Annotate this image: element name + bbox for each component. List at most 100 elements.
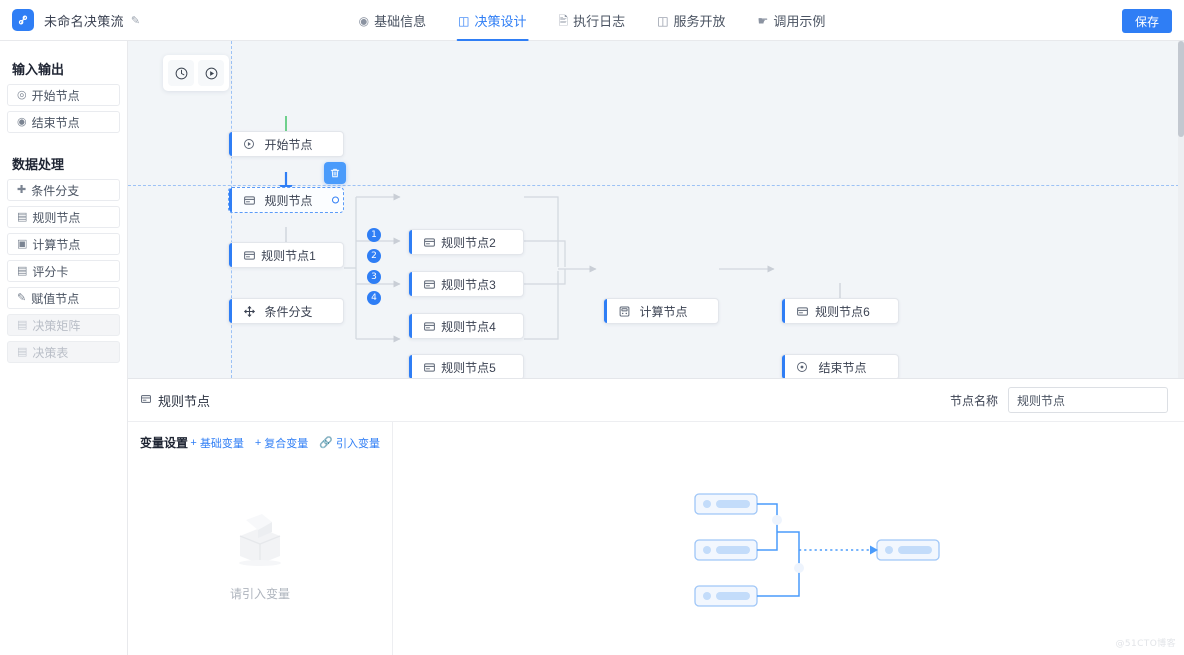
sidebar-item-calc-node[interactable]: ▣ 计算节点 xyxy=(7,233,120,255)
variable-settings-column: 变量设置 + 基础变量 + 复合变量 🔗 引入变量 请引入变量 xyxy=(128,422,393,655)
save-button[interactable]: 保存 xyxy=(1121,9,1172,33)
sidebar-item-decision-matrix: ▤ 决策矩阵 xyxy=(7,314,120,336)
sidebar-item-start-node[interactable]: ◎ 开始节点 xyxy=(7,84,120,106)
sidebar-item-label: 评分卡 xyxy=(32,264,69,279)
stop-circle-icon xyxy=(795,361,809,373)
scorecard-icon: ▤ xyxy=(17,264,28,277)
sidebar-item-end-node[interactable]: ◉ 结束节点 xyxy=(7,111,120,133)
rule-card-icon xyxy=(140,393,152,407)
tab-label: 基础信息 xyxy=(374,14,427,29)
sidebar-item-assign-node[interactable]: ✎ 赋值节点 xyxy=(7,287,120,309)
link-label: 复合变量 xyxy=(264,437,309,450)
sidebar-item-label: 条件分支 xyxy=(31,183,80,198)
variable-settings-header: 变量设置 + 基础变量 + 复合变量 🔗 引入变量 xyxy=(140,434,380,451)
node-label: 规则节点5 xyxy=(441,360,496,375)
empty-state-text: 请引入变量 xyxy=(229,587,290,601)
flow-node-calc[interactable]: 计算节点 xyxy=(603,298,719,324)
panel-title: 规则节点 xyxy=(158,393,211,409)
branch-badge-4[interactable]: 4 xyxy=(367,291,381,305)
rule-card-icon xyxy=(242,194,256,207)
rule-graph-placeholder-icon xyxy=(673,480,963,625)
sidebar-item-label: 规则节点 xyxy=(32,210,81,225)
rule-card-icon xyxy=(422,361,436,374)
sidebar-item-condition-branch[interactable]: ✚ 条件分支 xyxy=(7,179,120,201)
panel-body: 变量设置 + 基础变量 + 复合变量 🔗 引入变量 请引入变量 @51CTO博客 xyxy=(128,422,1184,655)
plus-icon: + xyxy=(190,436,197,449)
play-circle-icon: ◎ xyxy=(17,88,27,101)
tab-call-sample[interactable]: ☛ 调用示例 xyxy=(742,0,842,41)
flow-node-rule4[interactable]: 规则节点4 xyxy=(408,313,524,339)
flow-node-rule-selected[interactable]: 规则节点 xyxy=(228,187,344,213)
flow-logo-icon xyxy=(12,9,34,31)
stop-circle-icon: ◉ xyxy=(17,115,27,128)
sidebar-item-decision-table: ▤ 决策表 xyxy=(7,341,120,363)
brand-area: 未命名决策流 ✎ xyxy=(0,9,140,31)
tab-basic-info[interactable]: ◉ 基础信息 xyxy=(343,0,443,41)
pencil-edit-icon[interactable]: ✎ xyxy=(131,14,140,27)
flow-canvas[interactable]: 开始节点 规则节点 规则节点1 条件分支 规则节点2 规则节点3 规则节点4 规… xyxy=(128,41,1184,378)
node-label: 规则节点1 xyxy=(261,248,316,263)
node-label: 开始节点 xyxy=(264,137,313,152)
page-title: 未命名决策流 xyxy=(44,13,124,29)
rule-card-icon xyxy=(422,236,436,249)
node-output-port[interactable] xyxy=(332,196,339,204)
canvas-toolbar xyxy=(163,55,229,91)
play-circle-icon xyxy=(242,138,256,150)
tab-label: 服务开放 xyxy=(673,14,726,29)
flow-node-rule1[interactable]: 规则节点1 xyxy=(228,242,344,268)
code-sample-icon: ☛ xyxy=(757,13,769,28)
rule-card-icon: ▤ xyxy=(17,210,28,223)
service-panel-icon: ◫ xyxy=(657,13,669,28)
link-label: 基础变量 xyxy=(199,437,244,450)
tab-exec-log[interactable]: 🖹 执行日志 xyxy=(543,0,642,41)
tab-label: 执行日志 xyxy=(573,14,626,29)
node-label: 规则节点2 xyxy=(441,235,496,250)
tab-decision-design[interactable]: ◫ 决策设计 xyxy=(442,0,542,41)
top-bar: 未命名决策流 ✎ ◉ 基础信息 ◫ 决策设计 🖹 执行日志 ◫ 服务开放 ☛ 调… xyxy=(0,0,1184,41)
sidebar-item-scorecard[interactable]: ▤ 评分卡 xyxy=(7,260,120,282)
import-variable-link[interactable]: 🔗 引入变量 xyxy=(319,435,380,451)
tab-service-open[interactable]: ◫ 服务开放 xyxy=(641,0,741,41)
flow-node-end[interactable]: 结束节点 xyxy=(781,354,899,378)
matrix-icon: ▤ xyxy=(17,318,28,331)
sidebar-item-label: 结束节点 xyxy=(31,115,80,130)
sidebar-item-rule-node[interactable]: ▤ 规则节点 xyxy=(7,206,120,228)
sidebar-group-title-io: 输入输出 xyxy=(12,62,65,77)
canvas-scrollbar[interactable] xyxy=(1178,41,1184,378)
panel-header: 规则节点 节点名称 xyxy=(128,379,1184,422)
node-label: 条件分支 xyxy=(264,304,313,319)
flow-node-rule5[interactable]: 规则节点5 xyxy=(408,354,524,378)
flow-node-start[interactable]: 开始节点 xyxy=(228,131,344,157)
node-name-field-group: 节点名称 xyxy=(950,387,1168,413)
assign-edit-icon: ✎ xyxy=(17,291,27,304)
sidebar-group-title-processing: 数据处理 xyxy=(12,157,65,172)
calculator-icon: ▣ xyxy=(17,237,28,250)
node-name-input[interactable] xyxy=(1008,387,1168,413)
branch-badge-3[interactable]: 3 xyxy=(367,270,381,284)
flow-node-rule3[interactable]: 规则节点3 xyxy=(408,271,524,297)
branch-badge-1[interactable]: 1 xyxy=(367,228,381,242)
flow-node-rule6[interactable]: 规则节点6 xyxy=(781,298,899,324)
link-label: 引入变量 xyxy=(336,437,380,450)
flow-node-condition-branch[interactable]: 条件分支 xyxy=(228,298,344,324)
rule-graph-column[interactable]: @51CTO博客 xyxy=(393,422,1184,655)
node-label: 规则节点3 xyxy=(441,277,496,292)
scrollbar-thumb[interactable] xyxy=(1178,41,1184,137)
run-flow-button[interactable] xyxy=(198,60,224,86)
flow-node-rule2[interactable]: 规则节点2 xyxy=(408,229,524,255)
delete-node-button[interactable] xyxy=(324,162,346,184)
branch-badge-2[interactable]: 2 xyxy=(367,249,381,263)
sidebar-item-label: 开始节点 xyxy=(31,88,80,103)
rule-card-icon xyxy=(422,320,436,333)
add-composite-variable-link[interactable]: + 复合变量 xyxy=(255,435,308,451)
history-clock-button[interactable] xyxy=(168,60,194,86)
empty-box-icon xyxy=(228,510,292,571)
add-basic-variable-link[interactable]: + 基础变量 xyxy=(190,435,243,451)
empty-state: 请引入变量 xyxy=(128,510,392,602)
panel-title-area: 规则节点 xyxy=(140,391,210,410)
branch-move-icon xyxy=(242,305,256,318)
plus-icon: + xyxy=(254,436,262,449)
table-icon: ▤ xyxy=(17,345,28,358)
sidebar-item-label: 赋值节点 xyxy=(31,291,80,306)
tab-label: 决策设计 xyxy=(474,14,527,29)
